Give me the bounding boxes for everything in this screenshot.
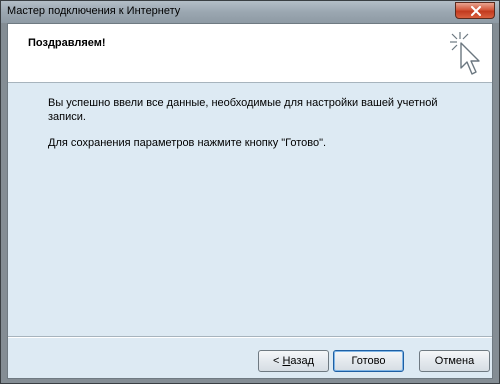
cancel-button[interactable]: Отмена xyxy=(419,350,490,372)
button-separator xyxy=(8,336,492,338)
message-line-3: Для сохранения параметров нажмите кнопку… xyxy=(48,137,327,149)
title-bar[interactable]: Мастер подключения к Интернету xyxy=(1,1,499,23)
wizard-header: Поздравляем! xyxy=(8,24,492,83)
window-title: Мастер подключения к Интернету xyxy=(7,5,181,17)
wizard-client-area: Поздравляем! Вы успешно ввели все данные… xyxy=(7,23,493,379)
message-line-1: Вы успешно ввели все данные, необходимые… xyxy=(48,97,438,109)
message-line-2: записи. xyxy=(48,111,86,123)
close-button[interactable] xyxy=(455,2,495,19)
page-title: Поздравляем! xyxy=(28,37,106,49)
wizard-window: Мастер подключения к Интернету Поздравля… xyxy=(0,0,500,384)
wizard-cursor-icon xyxy=(450,32,480,75)
finish-button[interactable]: Готово xyxy=(333,350,404,372)
back-button[interactable]: < Назад xyxy=(258,350,329,372)
back-button-label: азад xyxy=(290,355,314,367)
close-icon xyxy=(471,6,481,16)
